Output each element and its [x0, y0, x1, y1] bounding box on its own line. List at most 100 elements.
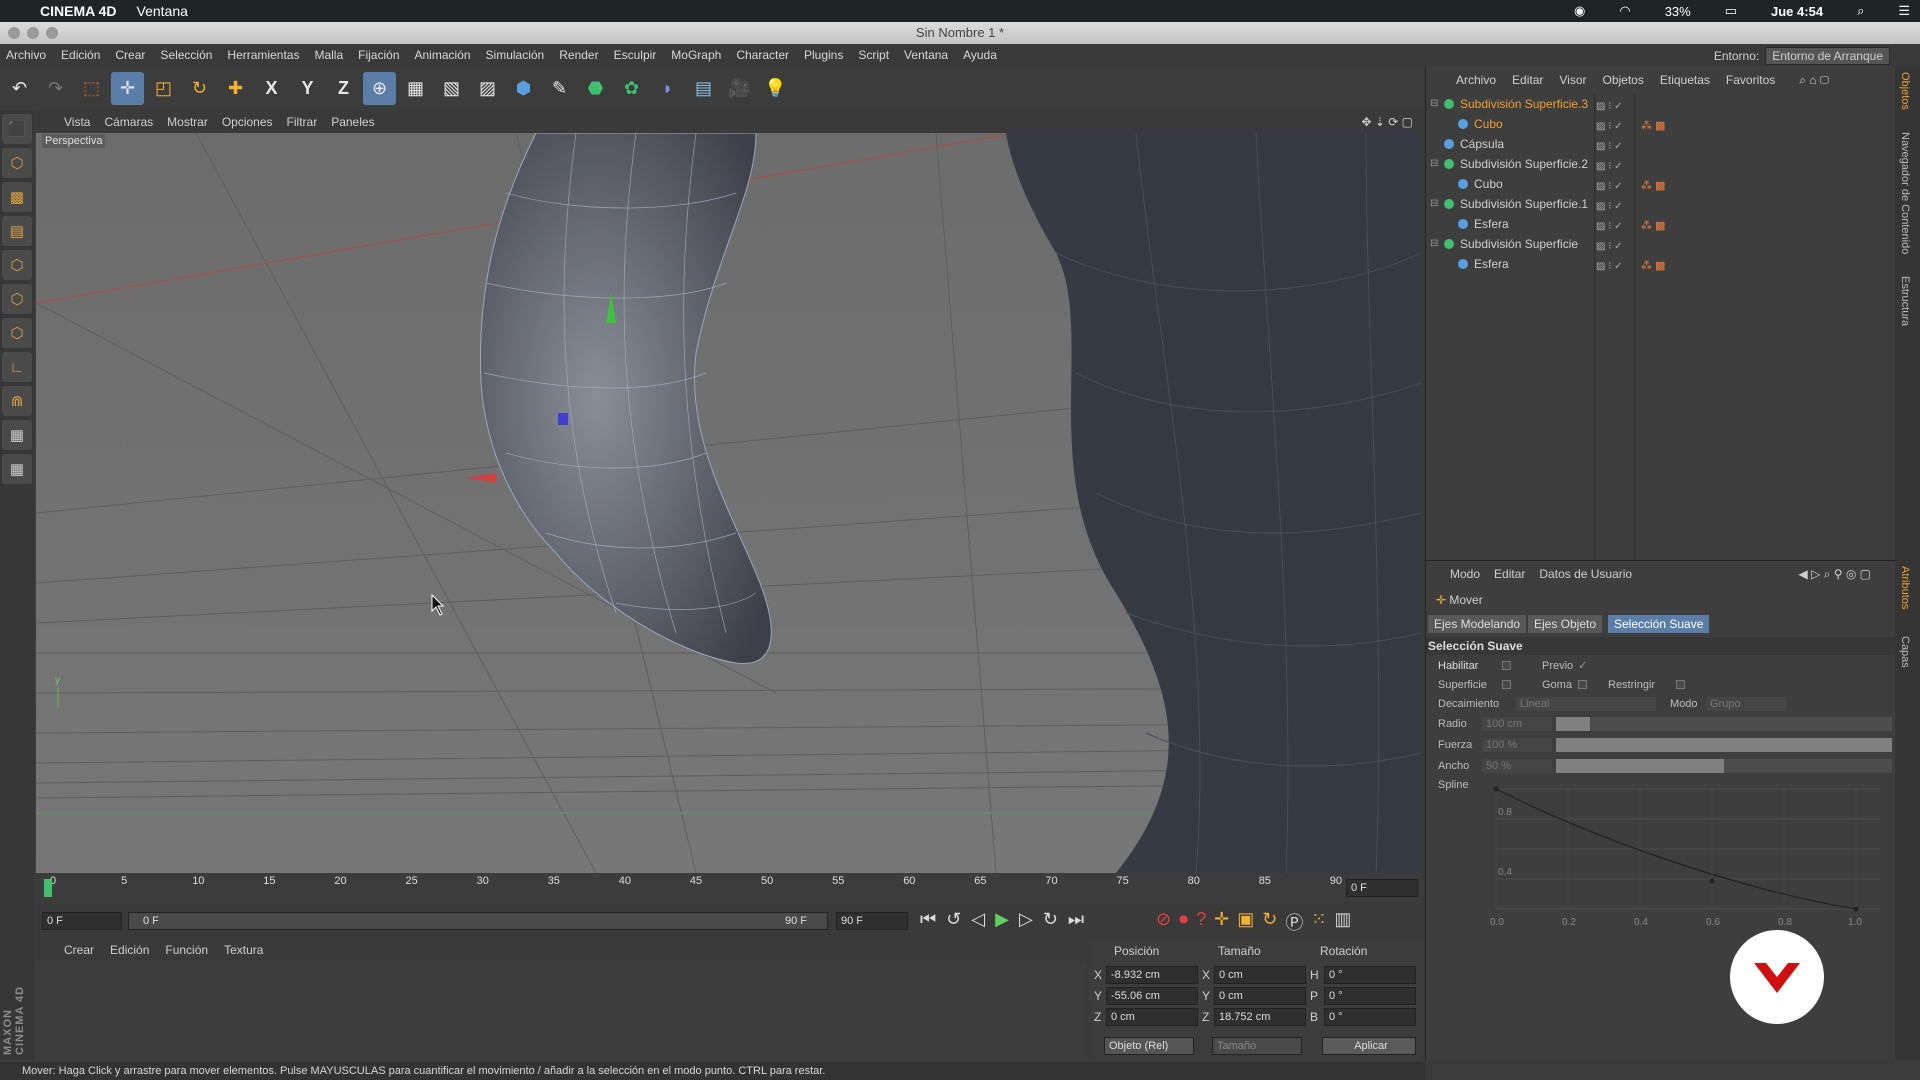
attr-menu-datos[interactable]: Datos de Usuario [1539, 567, 1632, 581]
fuerza-slider[interactable] [1556, 738, 1892, 752]
menu-simulacion[interactable]: Simulación [486, 48, 545, 62]
key-help-icon[interactable]: ? [1196, 909, 1206, 935]
go-to-end-icon[interactable]: ⏭ [1068, 909, 1084, 930]
position-field[interactable]: -8.932 cm [1106, 966, 1198, 984]
coordinate-system-icon[interactable]: ⊕ [363, 71, 396, 105]
cube-primitive-icon[interactable]: ⬢ [507, 72, 540, 105]
subdivision-surface-icon[interactable]: ⬣ [579, 72, 612, 105]
mat-menu-edicion[interactable]: Edición [110, 943, 149, 957]
vp-menu-mostrar[interactable]: Mostrar [167, 115, 208, 129]
object-name[interactable]: Esfera [1474, 214, 1509, 234]
restringir-checkbox[interactable] [1676, 680, 1685, 689]
expand-icon[interactable]: ⊟ [1430, 94, 1438, 114]
auto-key-icon[interactable]: ⏺ [1179, 909, 1188, 935]
minimize-window-button[interactable] [27, 27, 39, 39]
viewport-nav-icons[interactable]: ✥ ⇣ ⟳ ▢ [1361, 115, 1413, 129]
z-axis-handle[interactable] [558, 413, 568, 425]
attr-nav-icons[interactable]: ◀ ▷ ⌕ ⚲ ◎ ▢ [1799, 567, 1871, 582]
spline-point[interactable] [1853, 906, 1859, 912]
recent-tool-icon[interactable]: ✚ [219, 72, 252, 105]
position-field[interactable]: 0 cm [1106, 1008, 1198, 1026]
menu-seleccion[interactable]: Selección [160, 48, 212, 62]
superficie-checkbox[interactable] [1502, 680, 1511, 689]
floor-scene-icon[interactable]: ▤ [687, 72, 720, 105]
notification-icon[interactable]: ☰ [1898, 3, 1910, 19]
workplane-icon[interactable]: ▦ [2, 454, 32, 484]
obj-menu-editar[interactable]: Editar [1512, 73, 1543, 87]
mat-menu-crear[interactable]: Crear [64, 943, 94, 957]
viewport-scene[interactable]: y [36, 133, 1421, 873]
goma-checkbox[interactable] [1578, 680, 1587, 689]
entorno-dropdown[interactable]: Entorno de Arranque [1765, 47, 1890, 65]
mat-menu-funcion[interactable]: Función [165, 943, 208, 957]
object-name[interactable]: Subdivisión Superficie.2 [1460, 154, 1588, 174]
radio-slider[interactable] [1556, 717, 1892, 731]
play-icon[interactable]: ▶ [995, 909, 1009, 930]
tab-seleccion-suave[interactable]: Selección Suave [1608, 615, 1710, 633]
rotate-tool-icon[interactable]: ↻ [183, 72, 216, 105]
previo-checkbox[interactable]: ✓ [1578, 659, 1587, 672]
obj-menu-favoritos[interactable]: Favoritos [1726, 73, 1775, 87]
fuerza-field[interactable]: 100 % [1482, 738, 1552, 752]
decaimiento-dropdown[interactable]: Lineal [1516, 697, 1656, 711]
timeline-window-icon[interactable]: ▥ [1334, 909, 1351, 935]
model-mode-icon[interactable]: ⬡ [2, 148, 32, 178]
vp-menu-opciones[interactable]: Opciones [222, 115, 273, 129]
camera-icon[interactable]: 🎥 [723, 72, 756, 105]
prev-frame-icon[interactable]: ◁ [971, 909, 985, 930]
radio-field[interactable]: 100 cm [1482, 717, 1552, 731]
app-name[interactable]: CINEMA 4D [40, 3, 117, 19]
menu-ventana[interactable]: Ventana [904, 48, 948, 62]
mac-menu-ventana[interactable]: Ventana [137, 3, 188, 19]
menu-esculpir[interactable]: Esculpir [614, 48, 657, 62]
vp-menu-filtrar[interactable]: Filtrar [287, 115, 318, 129]
object-row[interactable]: ⊟ Subdivisión Superficie ▨ ⁝ ✓ [1426, 234, 1896, 254]
vp-menu-vista[interactable]: Vista [64, 115, 90, 129]
menu-crear[interactable]: Crear [115, 48, 145, 62]
render-view-icon[interactable]: ▦ [399, 72, 432, 105]
modo-dropdown[interactable]: Grupo [1706, 697, 1786, 711]
menu-animacion[interactable]: Animación [415, 48, 471, 62]
object-row[interactable]: Esfera ▨ ⁝ ✓ ⁂ ▩ [1426, 254, 1896, 274]
3d-viewport[interactable]: y [36, 133, 1421, 873]
object-row[interactable]: ⊟ Subdivisión Superficie.3 ▨ ⁝ ✓ [1426, 94, 1896, 114]
object-name[interactable]: Cápsula [1460, 134, 1504, 154]
playhead[interactable] [44, 879, 52, 897]
object-row[interactable]: Cubo ▨ ⁝ ✓ ⁂ ▩ [1426, 174, 1896, 194]
zoom-window-button[interactable] [46, 27, 58, 39]
array-generator-icon[interactable]: ✿ [615, 72, 648, 105]
current-frame-field[interactable]: 0 F [1346, 879, 1418, 897]
spotlight-icon[interactable]: ⌕ [1857, 3, 1864, 19]
obj-search-icon[interactable]: ⌕ ⌂ ▢ [1799, 73, 1829, 88]
obj-menu-objetos[interactable]: Objetos [1603, 73, 1644, 87]
ancho-slider[interactable] [1556, 759, 1892, 773]
ancho-field[interactable]: 50 % [1482, 759, 1552, 773]
wifi-icon[interactable]: ◠ [1619, 3, 1630, 19]
position-field[interactable]: -55.06 cm [1106, 987, 1198, 1005]
end-frame-field[interactable]: 90 F [836, 912, 908, 930]
range-slider[interactable]: 0 F 90 F [128, 912, 828, 930]
size-field[interactable]: 0 cm [1214, 966, 1306, 984]
menu-edicion[interactable]: Edición [61, 48, 100, 62]
workplane-lock-icon[interactable]: ▦ [2, 420, 32, 450]
spline-point[interactable] [1493, 786, 1499, 792]
menu-render[interactable]: Render [559, 48, 598, 62]
make-editable-icon[interactable]: ⬛ [2, 114, 32, 144]
menu-character[interactable]: Character [736, 48, 789, 62]
next-key-icon[interactable]: ↻ [1043, 909, 1058, 930]
axis-mode-icon[interactable]: ∟ [2, 352, 32, 382]
side-tab-objetos[interactable]: Objetos [1899, 72, 1911, 110]
object-row[interactable]: Esfera ▨ ⁝ ✓ ⁂ ▩ [1426, 214, 1896, 234]
side-tab-navegador[interactable]: Navegador de Contenido [1899, 132, 1911, 254]
next-frame-icon[interactable]: ▷ [1019, 909, 1033, 930]
light-icon[interactable]: 💡 [759, 72, 792, 105]
object-name[interactable]: Esfera [1474, 254, 1509, 274]
menu-malla[interactable]: Malla [314, 48, 343, 62]
undo-icon[interactable]: ↶ [3, 72, 36, 105]
spline-pen-icon[interactable]: ✎ [543, 72, 576, 105]
render-picture-viewer-icon[interactable]: ▧ [435, 72, 468, 105]
key-move-icon[interactable]: ✛ [1214, 909, 1229, 935]
menu-fijacion[interactable]: Fijación [358, 48, 399, 62]
edges-mode-icon[interactable]: ⬡ [2, 284, 32, 314]
key-scale-icon[interactable]: ▣ [1237, 909, 1254, 935]
